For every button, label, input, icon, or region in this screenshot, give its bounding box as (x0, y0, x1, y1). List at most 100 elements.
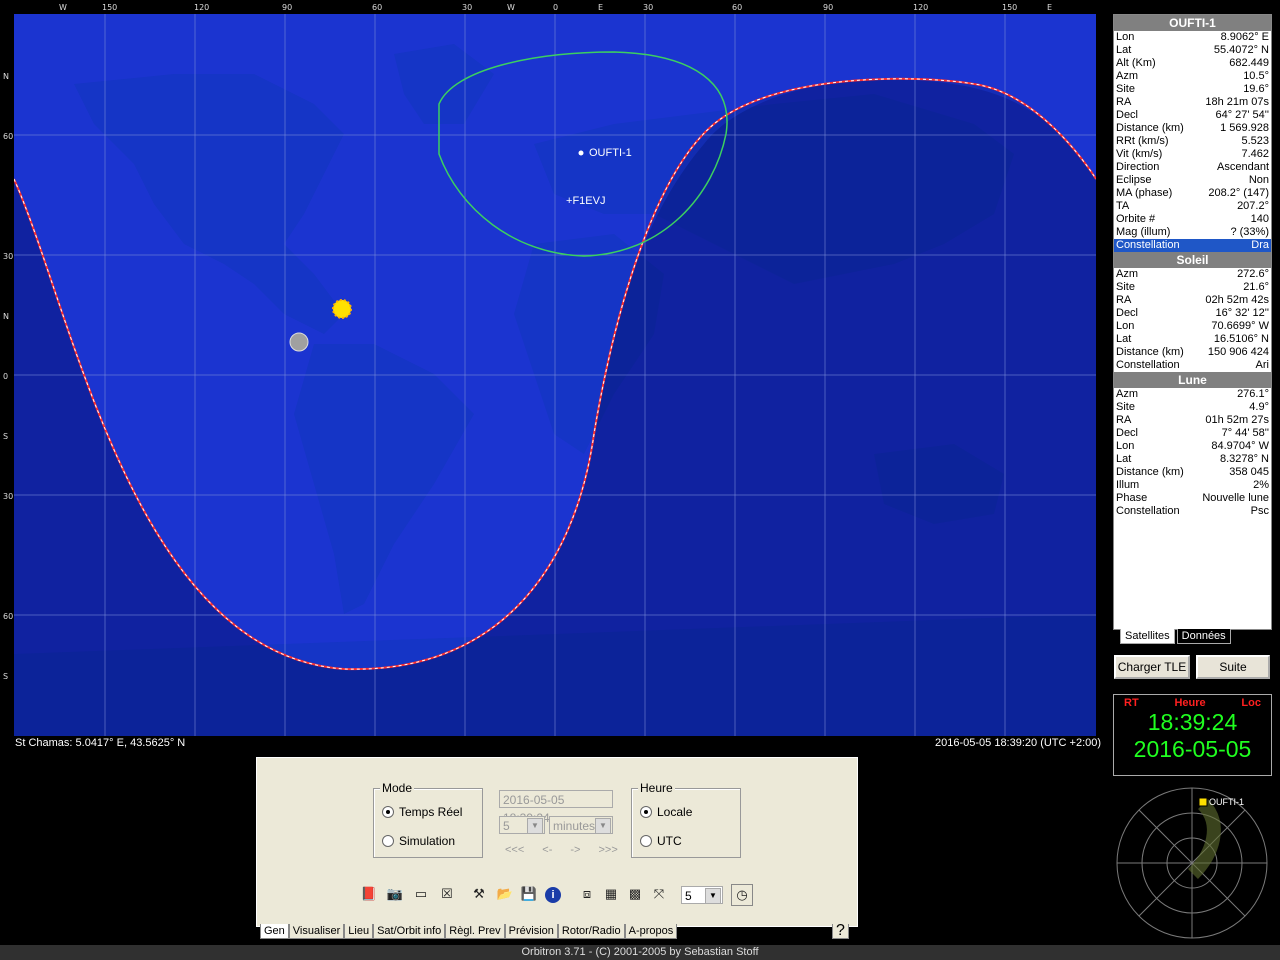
info-row-label: Lon (1116, 440, 1135, 452)
info-row[interactable]: Distance (km) 150 906 424 (1114, 346, 1271, 359)
info-icon[interactable]: i (543, 884, 563, 904)
tab-donnees[interactable]: Données (1176, 629, 1231, 644)
info-row[interactable]: RRt (km/s) 5.523 (1114, 135, 1271, 148)
checker-icon[interactable]: ▩ (625, 884, 645, 904)
mode-sim-radio[interactable]: Simulation (382, 834, 455, 848)
info-row[interactable]: Site 19.6° (1114, 83, 1271, 96)
info-row[interactable]: Lon 84.9704° W (1114, 440, 1271, 453)
info-row[interactable]: Direction Ascendant (1114, 161, 1271, 174)
info-row[interactable]: Site 4.9° (1114, 401, 1271, 414)
info-row-value: 4.9° (1249, 401, 1269, 413)
nav-back[interactable]: <- (542, 844, 552, 856)
info-row[interactable]: Lon 70.6699° W (1114, 320, 1271, 333)
info-row[interactable]: Lat 8.3278° N (1114, 453, 1271, 466)
info-row-value: 19.6° (1243, 83, 1269, 95)
info-row[interactable]: Orbite # 140 (1114, 213, 1271, 226)
nav-forward[interactable]: -> (570, 844, 580, 856)
heure-local-radio[interactable]: Locale (640, 805, 692, 819)
help-tab[interactable]: ? (832, 923, 849, 939)
info-row-value: 21.6° (1243, 281, 1269, 293)
info-row-value: Non (1248, 174, 1269, 186)
world-map[interactable]: OUFTI-1 +F1EVJ (14, 14, 1096, 736)
info-row-label: Decl (1116, 109, 1139, 121)
info-row[interactable]: Distance (km) 1 569.928 (1114, 122, 1271, 135)
info-row[interactable]: Site 21.6° (1114, 281, 1271, 294)
next-button[interactable]: Suite (1196, 655, 1270, 679)
info-row[interactable]: Decl 7° 44' 58'' (1114, 427, 1271, 440)
sim-datetime-input[interactable]: 2016-05-05 18:39:24 (499, 790, 613, 825)
info-row[interactable]: Alt (Km) 682.449 (1114, 57, 1271, 70)
info-row[interactable]: Lon 8.9062° E (1114, 31, 1271, 44)
chevron-down-icon: ▼ (595, 818, 611, 834)
book-icon[interactable]: 📕 (359, 884, 379, 904)
info-row-label: Vit (km/s) (1116, 148, 1163, 160)
nav-fast-forward[interactable]: >>> (598, 844, 617, 856)
load-tle-button[interactable]: Charger TLE (1114, 655, 1190, 679)
info-row[interactable]: RA 01h 52m 27s (1114, 414, 1271, 427)
bottom-tab[interactable]: A-propos (624, 924, 678, 939)
minimize-icon[interactable]: ▭ (411, 884, 431, 904)
info-row-value: 01h 52m 27s (1205, 414, 1269, 426)
clock-icon[interactable]: ◷ (731, 884, 753, 906)
info-row-value: Ascendant (1217, 161, 1269, 173)
info-row[interactable]: TA 207.2° (1114, 200, 1271, 213)
info-row[interactable]: Lat 55.4072° N (1114, 44, 1271, 57)
info-row[interactable]: Constellation Ari (1114, 359, 1271, 372)
bottom-tab[interactable]: Rotor/Radio (557, 924, 625, 939)
info-row[interactable]: Mag (illum) ? (33%) (1114, 226, 1271, 239)
folder-open-icon[interactable]: 📂 (495, 884, 515, 904)
step-value-select[interactable]: 5 ▼ (499, 816, 545, 834)
info-row-label: RA (1116, 414, 1132, 426)
info-row[interactable]: MA (phase) 208.2° (147) (1114, 187, 1271, 200)
info-row[interactable]: Constellation Psc (1114, 505, 1271, 518)
satellite-label: OUFTI-1 (589, 147, 632, 159)
info-row[interactable]: Decl 64° 27' 54'' (1114, 109, 1271, 122)
mode-realtime-radio[interactable]: Temps Réel (382, 805, 462, 819)
satellite-section-title: OUFTI-1 (1114, 15, 1271, 31)
info-row[interactable]: Constellation Dra (1114, 239, 1271, 252)
bottom-tab[interactable]: Prévision (504, 924, 558, 939)
save-icon[interactable]: 💾 (519, 884, 539, 904)
left-tick-label: 60 (3, 132, 14, 141)
close-window-icon[interactable]: ☒ (437, 884, 457, 904)
heure-utc-radio[interactable]: UTC (640, 834, 682, 848)
info-row-value: 682.449 (1229, 57, 1269, 69)
info-row-label: Azm (1116, 70, 1138, 82)
info-row-label: Illum (1116, 479, 1140, 491)
info-row[interactable]: Decl 16° 32' 12'' (1114, 307, 1271, 320)
info-row[interactable]: Illum 2% (1114, 479, 1271, 492)
info-row[interactable]: Vit (km/s) 7.462 (1114, 148, 1271, 161)
info-row[interactable]: Phase Nouvelle lune (1114, 492, 1271, 505)
info-row-value: 276.1° (1237, 388, 1269, 400)
screenshot-icon[interactable]: ⧈ (577, 884, 597, 904)
heure-group: Heure Locale UTC (631, 781, 741, 858)
info-row[interactable]: Azm 10.5° (1114, 70, 1271, 83)
info-row[interactable]: Azm 276.1° (1114, 388, 1271, 401)
info-row-label: Distance (km) (1116, 122, 1184, 134)
info-row-label: Decl (1116, 427, 1139, 439)
tools-icon[interactable]: ⚒ (469, 884, 489, 904)
info-row-label: Site (1116, 83, 1135, 95)
info-row[interactable]: Eclipse Non (1114, 174, 1271, 187)
info-row[interactable]: Lat 16.5106° N (1114, 333, 1271, 346)
info-row[interactable]: Azm 272.6° (1114, 268, 1271, 281)
tab-satellites[interactable]: Satellites (1120, 629, 1175, 644)
nav-buttons: <<< <- -> >>> (505, 844, 618, 856)
bottom-tab[interactable]: Sat/Orbit info (373, 924, 446, 939)
bottom-tab[interactable]: Gen (260, 924, 289, 939)
camera-icon[interactable]: 📷 (385, 884, 405, 904)
step-unit-select[interactable]: minutes ▼ (549, 816, 613, 834)
bottom-tab[interactable]: Lieu (344, 924, 374, 939)
info-row[interactable]: RA 18h 21m 07s (1114, 96, 1271, 109)
bottom-tab[interactable]: Visualiser (288, 924, 345, 939)
refresh-select[interactable]: 5 ▼ (681, 886, 723, 904)
bottom-tab[interactable]: Règl. Prev (445, 924, 505, 939)
nav-fast-back[interactable]: <<< (505, 844, 524, 856)
info-row-label: Constellation (1116, 359, 1180, 371)
fullscreen-icon[interactable]: ⤧ (649, 884, 669, 904)
info-row[interactable]: RA 02h 52m 42s (1114, 294, 1271, 307)
info-row[interactable]: Distance (km) 358 045 (1114, 466, 1271, 479)
info-row-label: Distance (km) (1116, 346, 1184, 358)
radar-view[interactable]: OUFTI-1 (1113, 784, 1270, 941)
grid-icon[interactable]: ▦ (601, 884, 621, 904)
